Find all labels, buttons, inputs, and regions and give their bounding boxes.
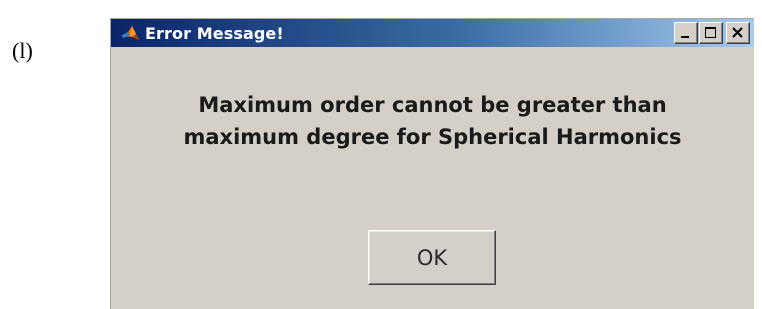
close-button[interactable] bbox=[726, 22, 750, 44]
error-dialog: Error Message! Maximum order cannot be g… bbox=[110, 18, 754, 309]
error-message: Maximum order cannot be greater than max… bbox=[111, 89, 754, 153]
title-bar[interactable]: Error Message! bbox=[111, 19, 754, 47]
minimize-button[interactable] bbox=[674, 22, 698, 44]
message-line-1: Maximum order cannot be greater than bbox=[198, 93, 667, 117]
figure-label: (l) bbox=[12, 38, 33, 63]
minimize-icon bbox=[681, 36, 689, 38]
window-title: Error Message! bbox=[145, 23, 284, 43]
close-icon bbox=[732, 27, 743, 38]
message-line-2: maximum degree for Spherical Harmonics bbox=[183, 125, 682, 149]
window-controls bbox=[673, 22, 750, 44]
matlab-icon bbox=[119, 22, 141, 44]
ok-button[interactable]: OK bbox=[368, 230, 496, 285]
maximize-icon bbox=[705, 27, 716, 38]
maximize-button[interactable] bbox=[699, 22, 723, 44]
